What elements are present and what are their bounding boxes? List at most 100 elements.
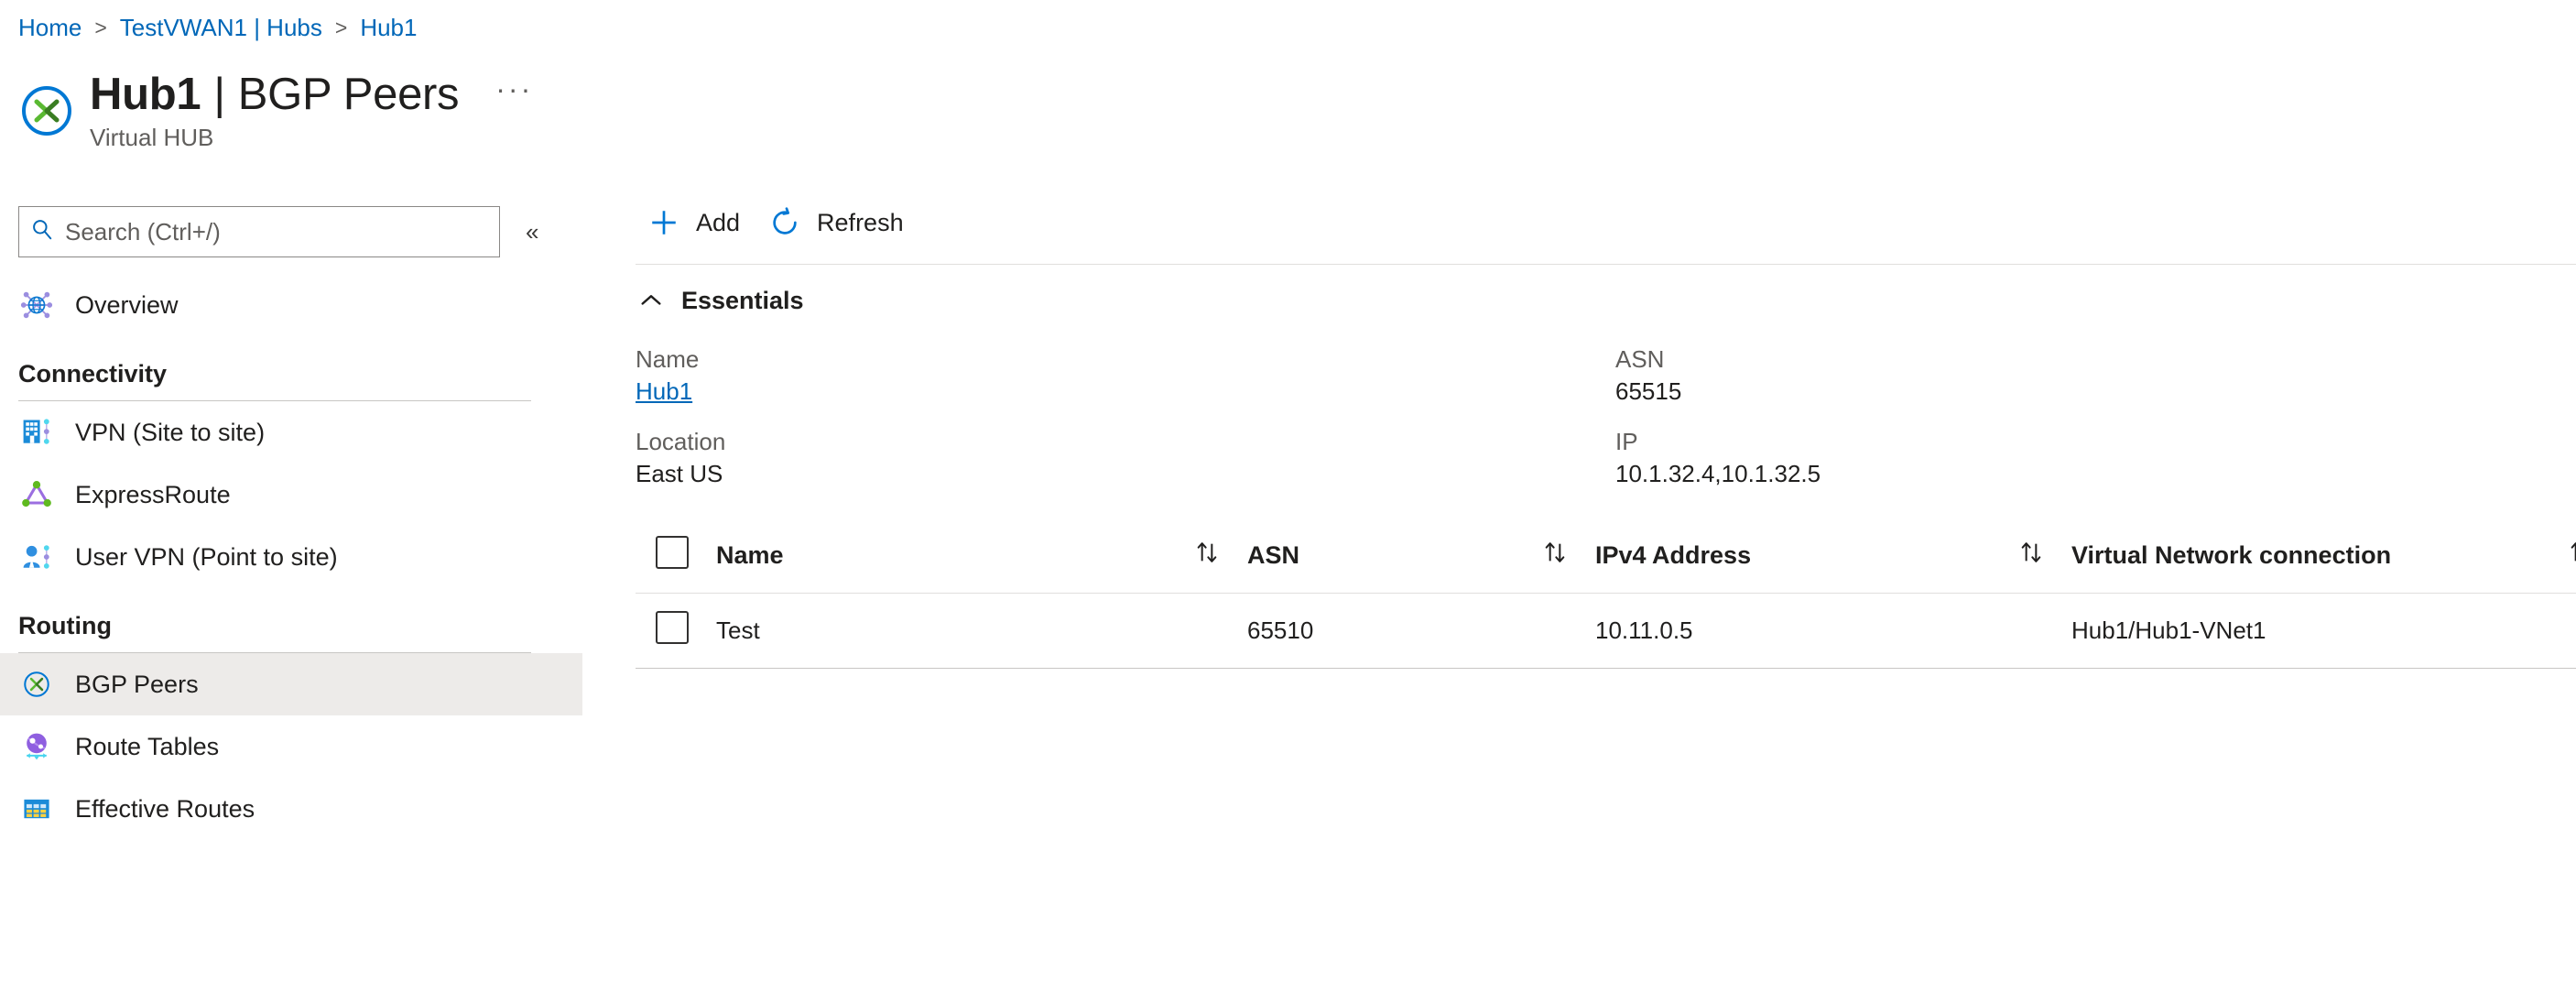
page-title-blade: BGP Peers [237,70,460,119]
command-bar: Add Refresh [636,194,2576,251]
essentials-field-label: IP [1615,428,1638,455]
spacer-cell [2016,593,2071,668]
sidebar-group-title: Routing [18,612,112,639]
sidebar-item-effective-routes[interactable]: Effective Routes [0,778,582,840]
table-row[interactable]: Test 65510 10.11.0.5 Hub1/Hub1-VNet1 ··· [636,593,2576,668]
sidebar-item-label: Effective Routes [75,794,255,823]
column-header-ipv4-address[interactable]: IPv4 Address [1595,519,2016,593]
cell-value: 10.11.0.5 [1595,616,1693,644]
sidebar-search-row: « [0,206,582,257]
breadcrumb-separator: > [334,15,348,39]
sidebar-item-label: ExpressRoute [75,480,231,508]
essentials-field-ip: IP 10.1.32.4,10.1.32.5 [1615,428,2576,488]
spacer-cell [1540,593,1595,668]
refresh-icon [766,203,804,242]
breadcrumb-item-home[interactable]: Home [18,14,82,42]
sidebar-item-expressroute[interactable]: ExpressRoute [0,464,582,526]
row-checkbox[interactable] [656,610,689,644]
search-box[interactable] [18,206,500,257]
essentials-grid: Name Hub1 ASN 65515 Location East US IP … [636,345,2576,488]
sidebar-group-title: Connectivity [18,360,168,387]
sidebar-item-user-vpn-point-to-site[interactable]: User VPN (Point to site) [0,526,582,588]
column-header-virtual-network-connection[interactable]: Virtual Network connection [2071,519,2566,593]
sort-arrows-icon[interactable] [2016,538,2046,573]
sort-cell-asn [1540,519,1595,593]
sidebar-item-label: VPN (Site to site) [75,418,266,446]
bgp-peers-table: Name ASN IPv4 Address Virtual Network co… [636,519,2576,669]
row-select-cell [636,593,716,668]
cell-asn: 65510 [1247,593,1540,668]
user-vpn-point-to-site-icon [18,539,55,575]
sort-cell-name [1192,519,1247,593]
search-input[interactable] [63,216,488,247]
column-header-name[interactable]: Name [716,519,1192,593]
essentials-field-label: Location [636,428,726,455]
page-title-resource: Hub1 [90,70,201,119]
vpn-site-to-site-icon [18,414,55,451]
cell-value: Hub1/Hub1-VNet1 [2071,616,2266,644]
sidebar-collapse-button[interactable]: « [526,220,538,244]
cell-vnet: Hub1/Hub1-VNet1 [2071,593,2566,668]
sidebar-item-label: Overview [75,290,179,319]
sort-cell-vnet [2566,519,2576,593]
breadcrumb-item-hub1[interactable]: Hub1 [360,14,417,42]
sidebar-group-connectivity: Connectivity [0,360,582,401]
sidebar-item-label: Route Tables [75,732,220,760]
page-header: Hub1 | BGP Peers ··· Virtual HUB [18,71,533,152]
main-content: Add Refresh Essentials Name Hub1 ASN 655… [636,194,2576,669]
essentials-field-label: ASN [1615,345,1665,373]
command-bar-divider [636,264,2576,265]
cell-value: Test [716,616,760,644]
essentials-field-name: Name Hub1 [636,345,1615,406]
essentials-field-value: 10.1.32.4,10.1.32.5 [1615,460,1821,487]
essentials-label: Essentials [681,286,804,314]
sort-arrows-icon[interactable] [1540,538,1570,573]
essentials-field-label: Name [636,345,700,373]
sidebar-item-vpn-site-to-site[interactable]: VPN (Site to site) [0,401,582,464]
add-button[interactable]: Add [636,194,756,251]
bgp-peers-icon [18,666,55,703]
cell-name: Test [716,593,1192,668]
spacer-cell [1192,593,1247,668]
essentials-toggle[interactable]: Essentials [636,272,2576,329]
sort-arrows-icon[interactable] [1192,538,1222,573]
column-header-label: ASN [1247,541,1300,570]
sidebar: « Ove [0,206,582,993]
refresh-button-label: Refresh [817,208,904,236]
essentials-field-value: 65515 [1615,377,1682,405]
page-title: Hub1 | BGP Peers [90,70,460,119]
search-icon [30,217,54,247]
page-subtitle: Virtual HUB [90,124,214,152]
breadcrumb: Home > TestVWAN1 | Hubs > Hub1 [18,7,417,48]
vwan-hub-icon [18,82,75,139]
essentials-field-asn: ASN 65515 [1615,345,2576,406]
breadcrumb-separator: > [94,15,107,39]
column-header-asn[interactable]: ASN [1247,519,1540,593]
table-header-row: Name ASN IPv4 Address Virtual Network co… [636,519,2576,593]
add-button-label: Add [696,208,741,236]
sidebar-item-overview[interactable]: Overview [0,274,582,336]
refresh-button[interactable]: Refresh [756,194,920,251]
cell-ipv4: 10.11.0.5 [1595,593,2016,668]
expressroute-icon [18,476,55,513]
page-more-options-button[interactable]: ··· [495,74,533,116]
sort-cell-ipv4 [2016,519,2071,593]
overview-globe-icon [18,287,55,323]
essentials-field-value[interactable]: Hub1 [636,377,1615,406]
spacer-cell [2566,593,2576,668]
select-all-cell [636,519,716,593]
breadcrumb-item-testvwan1-hubs[interactable]: TestVWAN1 | Hubs [120,14,322,42]
sidebar-item-bgp-peers[interactable]: BGP Peers [0,653,582,715]
sort-arrows-icon[interactable] [2566,538,2576,573]
sidebar-item-route-tables[interactable]: Route Tables [0,715,582,778]
cell-value: 65510 [1247,616,1314,644]
column-header-label: Name [716,541,784,570]
page-title-divider: | [213,70,225,119]
column-header-label: IPv4 Address [1595,541,1752,570]
select-all-checkbox[interactable] [656,536,689,570]
route-tables-icon [18,728,55,765]
sidebar-item-label: User VPN (Point to site) [75,542,338,571]
essentials-field-value: East US [636,460,723,487]
effective-routes-icon [18,791,55,827]
plus-icon [645,203,683,242]
